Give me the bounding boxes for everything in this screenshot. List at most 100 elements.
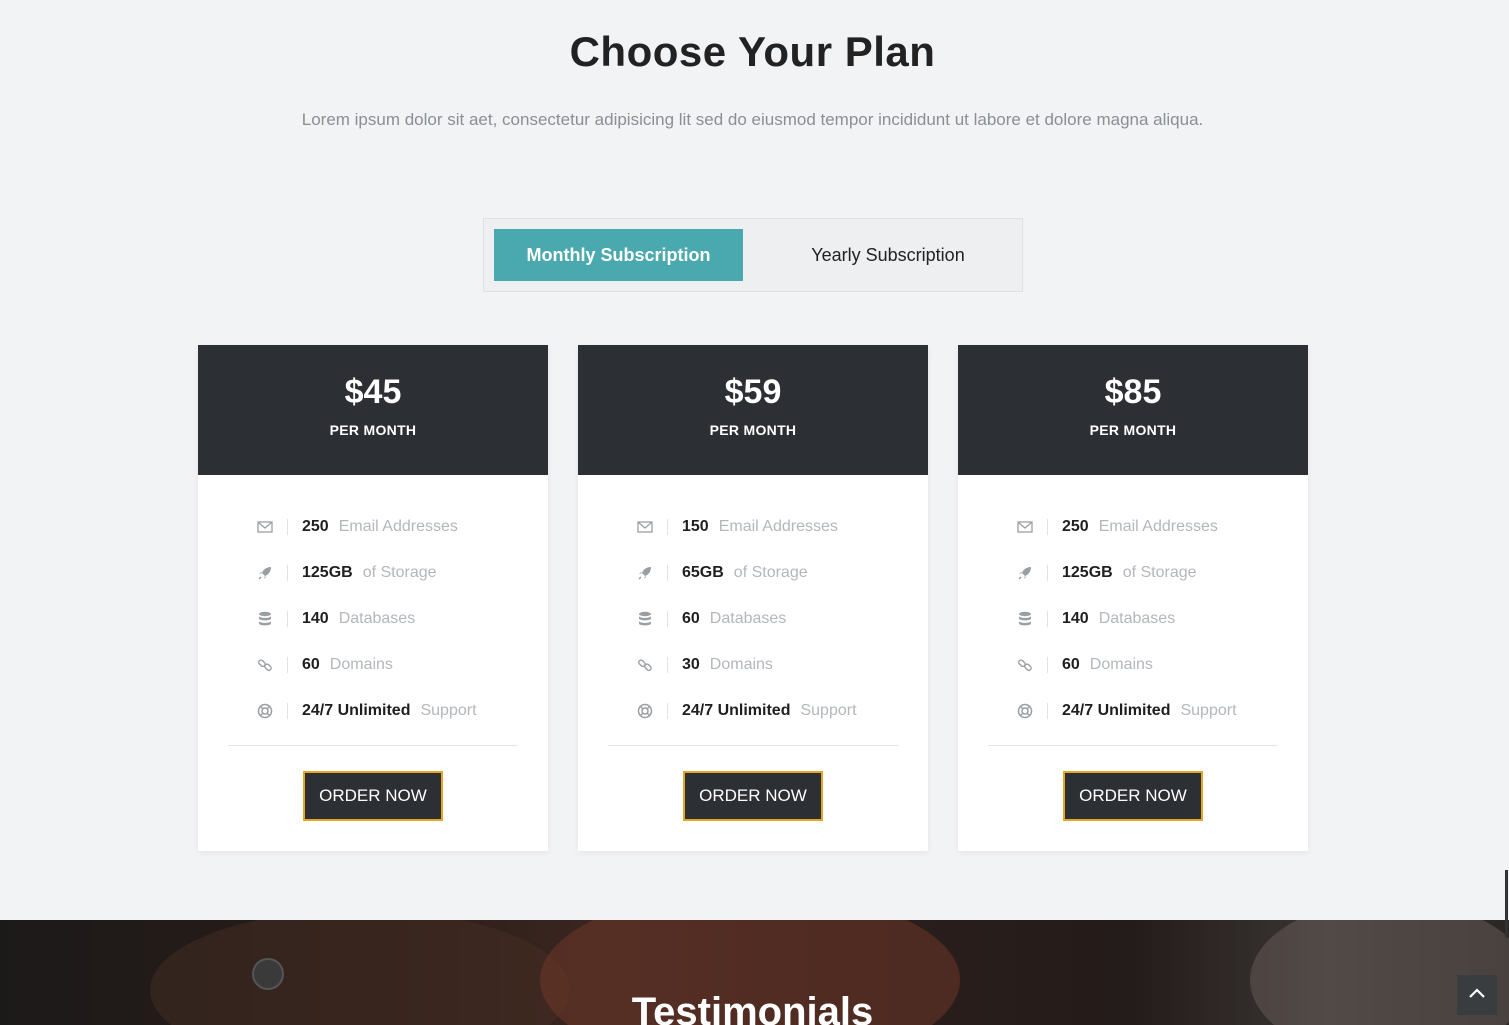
feature-email-addresses: 150 Email Addresses xyxy=(578,504,928,550)
feature-support: 24/7 Unlimited Support xyxy=(958,688,1308,734)
feature-separator xyxy=(667,703,668,719)
feature-separator xyxy=(287,611,288,627)
pricing-card: $85 PER MONTH 250 Email Addresses 125GB of St… xyxy=(958,345,1308,851)
feature-label: Domains xyxy=(1089,656,1153,673)
feature-label: of Storage xyxy=(362,564,437,581)
order-now-button[interactable]: ORDER NOW xyxy=(303,771,443,821)
feature-value: 24/7 Unlimited xyxy=(302,702,411,719)
feature-value: 250 xyxy=(302,518,329,535)
plan-period: PER MONTH xyxy=(1089,422,1177,438)
feature-separator xyxy=(1047,565,1048,581)
feature-label: Support xyxy=(800,702,857,719)
feature-support: 24/7 Unlimited Support xyxy=(198,688,548,734)
feature-separator xyxy=(287,565,288,581)
scroll-to-top-button[interactable] xyxy=(1457,975,1497,1015)
yearly-subscription-tab[interactable]: Yearly Subscription xyxy=(763,229,1013,281)
feature-list: 250 Email Addresses 125GB of Storage 140 Data… xyxy=(198,475,548,734)
database-icon xyxy=(1017,611,1033,627)
feature-email-addresses: 250 Email Addresses xyxy=(958,504,1308,550)
monthly-subscription-tab[interactable]: Monthly Subscription xyxy=(494,229,743,281)
envelope-icon xyxy=(637,519,653,535)
feature-domains: 60 Domains xyxy=(198,642,548,688)
feature-value: 60 xyxy=(1062,656,1080,673)
feature-separator xyxy=(1047,657,1048,673)
feature-separator xyxy=(667,565,668,581)
pricing-card-header: $59 PER MONTH xyxy=(578,345,928,475)
rocket-icon xyxy=(637,565,653,581)
feature-value: 24/7 Unlimited xyxy=(1062,702,1171,719)
feature-separator xyxy=(667,657,668,673)
feature-label: Databases xyxy=(338,610,416,627)
feature-databases: 140 Databases xyxy=(198,596,548,642)
envelope-icon xyxy=(257,519,273,535)
envelope-icon xyxy=(1017,519,1033,535)
feature-value: 60 xyxy=(302,656,320,673)
feature-separator xyxy=(287,703,288,719)
feature-storage: 125GB of Storage xyxy=(958,550,1308,596)
plan-period: PER MONTH xyxy=(329,422,417,438)
database-icon xyxy=(637,611,653,627)
link-icon xyxy=(637,657,653,673)
feature-separator xyxy=(287,519,288,535)
feature-value: 140 xyxy=(1062,610,1089,627)
feature-label: of Storage xyxy=(733,564,808,581)
pricing-card-header: $85 PER MONTH xyxy=(958,345,1308,475)
feature-label: Email Addresses xyxy=(718,518,838,535)
feature-separator xyxy=(1047,611,1048,627)
feature-list: 150 Email Addresses 65GB of Storage 60 Databa… xyxy=(578,475,928,734)
feature-list: 250 Email Addresses 125GB of Storage 140 Data… xyxy=(958,475,1308,734)
feature-separator xyxy=(1047,519,1048,535)
rocket-icon xyxy=(257,565,273,581)
order-now-button[interactable]: ORDER NOW xyxy=(683,771,823,821)
feature-label: of Storage xyxy=(1122,564,1197,581)
database-icon xyxy=(257,611,273,627)
feature-label: Support xyxy=(420,702,477,719)
plan-price: $85 xyxy=(1104,373,1162,411)
order-now-button[interactable]: ORDER NOW xyxy=(1063,771,1203,821)
feature-storage: 125GB of Storage xyxy=(198,550,548,596)
pricing-card-header: $45 PER MONTH xyxy=(198,345,548,475)
feature-email-addresses: 250 Email Addresses xyxy=(198,504,548,550)
feature-value: 30 xyxy=(682,656,700,673)
feature-label: Domains xyxy=(329,656,393,673)
plan-price: $45 xyxy=(344,373,402,411)
pricing-card: $59 PER MONTH 150 Email Addresses 65GB of Sto… xyxy=(578,345,928,851)
feature-support: 24/7 Unlimited Support xyxy=(578,688,928,734)
feature-label: Databases xyxy=(1098,610,1176,627)
feature-databases: 60 Databases xyxy=(578,596,928,642)
feature-separator xyxy=(667,611,668,627)
testimonials-title: Testimonials xyxy=(631,990,874,1025)
life-ring-icon xyxy=(1017,703,1033,719)
life-ring-icon xyxy=(257,703,273,719)
life-ring-icon xyxy=(637,703,653,719)
pricing-card: $45 PER MONTH 250 Email Addresses 125GB of St… xyxy=(198,345,548,851)
feature-value: 125GB xyxy=(1062,564,1113,581)
feature-separator xyxy=(287,657,288,673)
scrollbar-thumb[interactable] xyxy=(1505,870,1508,938)
feature-value: 24/7 Unlimited xyxy=(682,702,791,719)
chevron-up-icon xyxy=(1468,986,1486,1004)
feature-value: 140 xyxy=(302,610,329,627)
feature-separator xyxy=(1047,703,1048,719)
subscription-toggle: Monthly Subscription Yearly Subscription xyxy=(483,218,1023,292)
feature-label: Domains xyxy=(709,656,773,673)
feature-value: 150 xyxy=(682,518,709,535)
feature-value: 250 xyxy=(1062,518,1089,535)
feature-label: Databases xyxy=(709,610,787,627)
feature-separator xyxy=(667,519,668,535)
card-divider xyxy=(988,745,1278,746)
feature-domains: 30 Domains xyxy=(578,642,928,688)
feature-label: Support xyxy=(1180,702,1237,719)
feature-domains: 60 Domains xyxy=(958,642,1308,688)
feature-value: 60 xyxy=(682,610,700,627)
feature-value: 65GB xyxy=(682,564,724,581)
page-subtitle: Lorem ipsum dolor sit aet, consectetur a… xyxy=(301,110,1204,129)
card-divider xyxy=(608,745,898,746)
testimonials-section: Testimonials xyxy=(0,920,1509,1025)
feature-label: Email Addresses xyxy=(338,518,458,535)
shirt-button-image xyxy=(252,958,284,990)
card-divider xyxy=(228,745,518,746)
plan-period: PER MONTH xyxy=(709,422,797,438)
feature-storage: 65GB of Storage xyxy=(578,550,928,596)
rocket-icon xyxy=(1017,565,1033,581)
